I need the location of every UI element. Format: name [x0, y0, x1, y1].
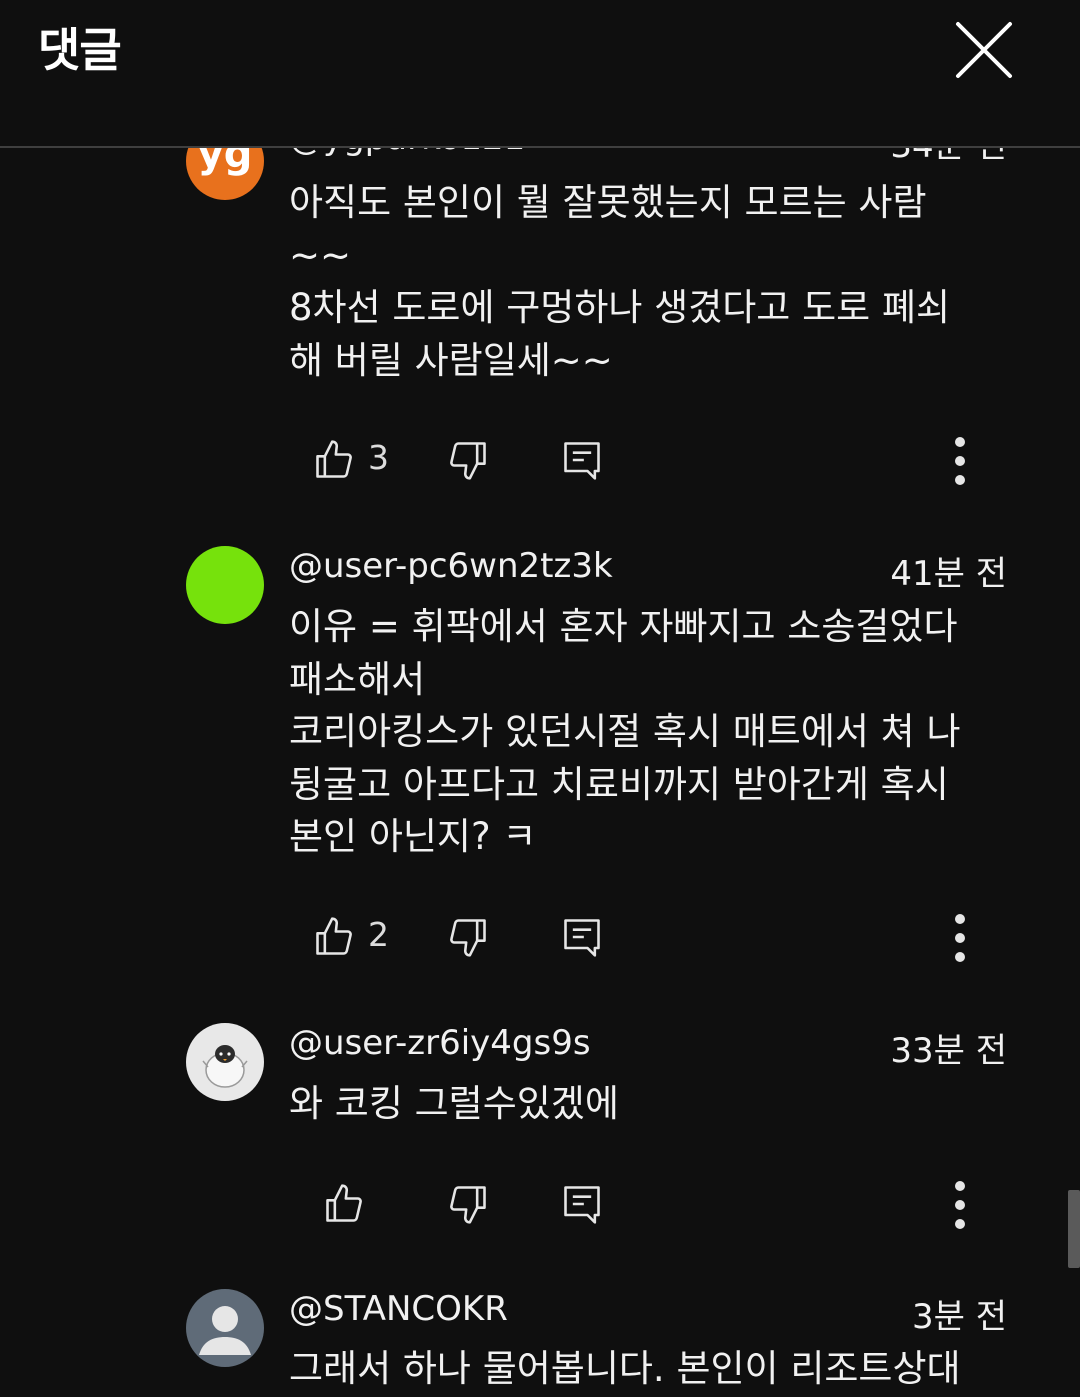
thumbs-up-icon [316, 917, 352, 955]
comment-line: 그래서 하나 물어봅니다. 본인이 리조트상대 [289, 1347, 961, 1390]
more-vert-icon [955, 437, 965, 485]
more-options-button[interactable] [940, 1174, 980, 1234]
comment-line: 8차선 도로에 구멍하나 생겼다고 도로 폐쇠 [289, 286, 951, 329]
comment-list: yg @ygparko121 34분 전 아직도 본인이 뭘 잘못했는지 모르는… [0, 0, 1080, 1397]
comment-text: 그래서 하나 물어봅니다. 본인이 리조트상대 [289, 1343, 1029, 1396]
thumbs-down-icon [450, 919, 486, 957]
comment-line: 뒹굴고 아프다고 치료비까지 받아간게 혹시 [289, 762, 949, 806]
avatar[interactable] [186, 1289, 264, 1367]
penguin-avatar-icon [202, 1045, 248, 1088]
comment-text: 아직도 본인이 뭘 잘못했는지 모르는 사람 ~~ 8차선 도로에 구멍하나 생… [289, 177, 1029, 387]
thumbs-down-icon [450, 1186, 486, 1224]
dislike-button[interactable] [444, 907, 494, 967]
avatar[interactable] [186, 1023, 264, 1101]
comments-header: 댓글 [0, 0, 1080, 148]
default-user-icon [199, 1306, 251, 1355]
comment-actions: 3 [0, 430, 1080, 490]
reply-icon [564, 1186, 600, 1224]
comment-time: 33분 전 [890, 1031, 1007, 1071]
comment-actions: 2 [0, 907, 1080, 967]
thumbs-up-icon [326, 1184, 362, 1222]
scrollbar[interactable] [1068, 1190, 1080, 1268]
comment-line: 패소해서 [289, 657, 426, 701]
comment-line: ~~ [289, 233, 352, 277]
like-button[interactable]: 3 [310, 430, 400, 490]
thumbs-down-icon [450, 442, 486, 480]
more-options-button[interactable] [940, 907, 980, 967]
comment-author[interactable]: @user-pc6wn2tz3k [289, 546, 613, 586]
like-count: 3 [368, 438, 389, 477]
comment-time: 41분 전 [890, 554, 1007, 594]
comment-line: 본인 아닌지? ㅋ [289, 815, 537, 858]
comment-text: 이유 = 휘팍에서 혼자 자빠지고 소송걸었다 패소해서 코리아킹스가 있던시절… [289, 601, 1029, 864]
more-options-button[interactable] [940, 430, 980, 490]
page-title: 댓글 [38, 23, 122, 77]
like-count: 2 [368, 915, 389, 954]
comment-line: 아직도 본인이 뭘 잘못했는지 모르는 사람 [289, 181, 927, 224]
comment-line: 코리아킹스가 있던시절 혹시 매트에서 쳐 나 [289, 710, 961, 753]
reply-button[interactable] [560, 907, 604, 967]
comment-time: 3분 전 [912, 1297, 1007, 1337]
comments-panel: yg @ygparko121 34분 전 아직도 본인이 뭘 잘못했는지 모르는… [0, 0, 1080, 1397]
more-vert-icon [955, 1181, 965, 1229]
close-icon [956, 22, 1012, 78]
like-button[interactable] [320, 1174, 410, 1234]
comment-line: 와 코킹 그럴수있겠에 [289, 1082, 619, 1125]
dislike-button[interactable] [444, 430, 494, 490]
comment-actions [0, 1174, 1080, 1234]
more-vert-icon [955, 914, 965, 962]
avatar[interactable] [186, 546, 264, 624]
dislike-button[interactable] [444, 1174, 494, 1234]
like-button[interactable]: 2 [310, 907, 400, 967]
thumbs-up-icon [316, 440, 352, 478]
reply-button[interactable] [560, 1174, 604, 1234]
comment-author[interactable]: @STANCOKR [289, 1289, 508, 1329]
reply-button[interactable] [560, 430, 604, 490]
comment-line: 해 버릴 사람일세~~ [289, 338, 613, 382]
comment-author[interactable]: @user-zr6iy4gs9s [289, 1023, 591, 1063]
reply-icon [564, 442, 600, 480]
reply-icon [564, 919, 600, 957]
comment-text: 와 코킹 그럴수있겠에 [289, 1078, 1029, 1131]
comment-line: 이유 = 휘팍에서 혼자 자빠지고 소송걸었다 [289, 605, 958, 648]
close-button[interactable] [952, 18, 1016, 82]
